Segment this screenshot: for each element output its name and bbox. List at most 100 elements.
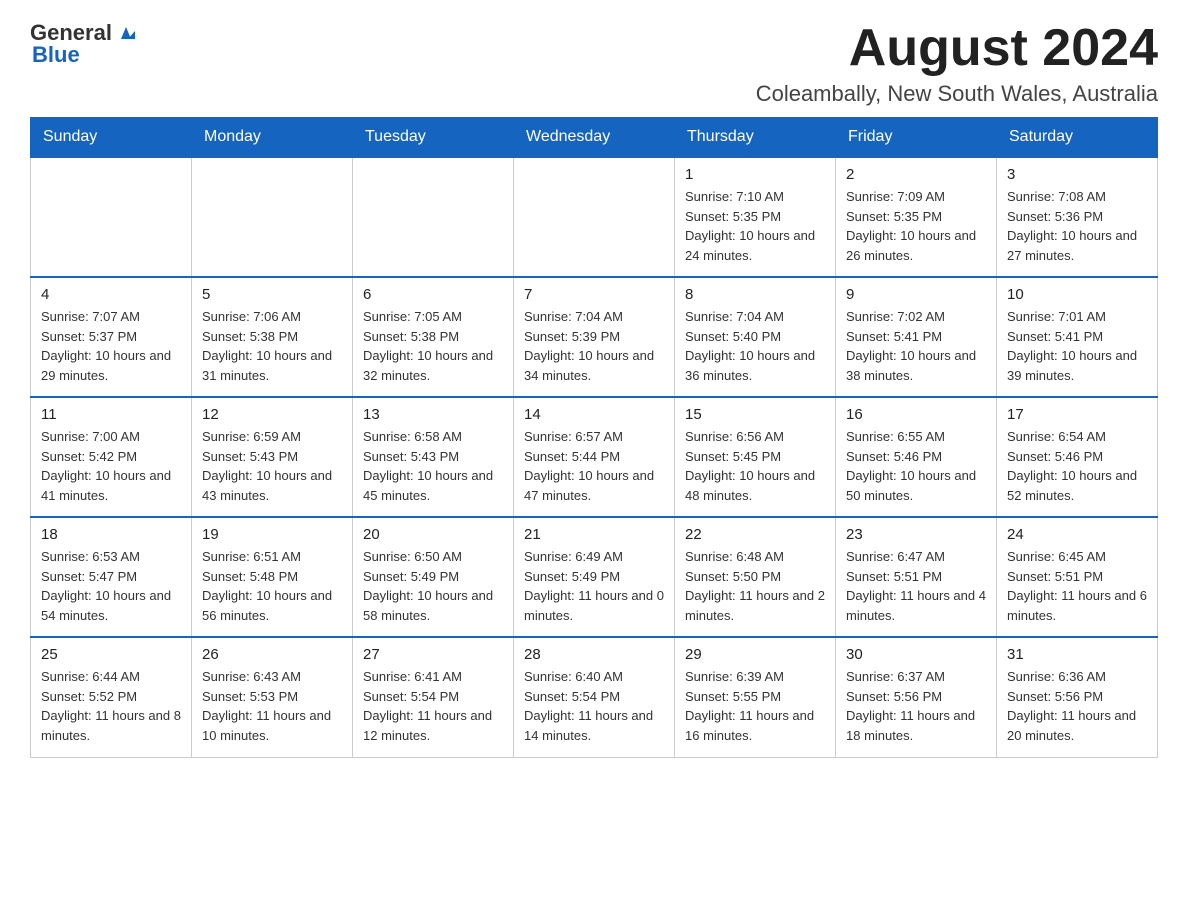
calendar-week-row: 1 Sunrise: 7:10 AMSunset: 5:35 PMDaylight… <box>31 157 1158 277</box>
day-info: Sunrise: 7:08 AMSunset: 5:36 PMDaylight:… <box>1007 187 1147 265</box>
calendar-cell: 25 Sunrise: 6:44 AMSunset: 5:52 PMDayligh… <box>31 637 192 757</box>
weekday-header-monday: Monday <box>192 118 353 158</box>
day-info: Sunrise: 7:09 AMSunset: 5:35 PMDaylight:… <box>846 187 986 265</box>
day-info: Sunrise: 6:47 AMSunset: 5:51 PMDaylight:… <box>846 547 986 625</box>
calendar-cell: 29 Sunrise: 6:39 AMSunset: 5:55 PMDayligh… <box>675 637 836 757</box>
calendar-cell: 21Sunrise: 6:49 AMSunset: 5:49 PMDayligh… <box>514 517 675 637</box>
weekday-header-tuesday: Tuesday <box>353 118 514 158</box>
day-info: Sunrise: 7:10 AMSunset: 5:35 PMDaylight:… <box>685 187 825 265</box>
weekday-header-saturday: Saturday <box>997 118 1158 158</box>
calendar-cell: 22Sunrise: 6:48 AMSunset: 5:50 PMDayligh… <box>675 517 836 637</box>
day-info: Sunrise: 7:01 AMSunset: 5:41 PMDaylight:… <box>1007 307 1147 385</box>
calendar-table: SundayMondayTuesdayWednesdayThursdayFrid… <box>30 117 1158 758</box>
calendar-cell: 15Sunrise: 6:56 AMSunset: 5:45 PMDayligh… <box>675 397 836 517</box>
calendar-cell: 12Sunrise: 6:59 AMSunset: 5:43 PMDayligh… <box>192 397 353 517</box>
day-number: 14 <box>524 406 664 423</box>
calendar-week-row: 4Sunrise: 7:07 AMSunset: 5:37 PMDaylight… <box>31 277 1158 397</box>
day-info: Sunrise: 7:04 AMSunset: 5:39 PMDaylight:… <box>524 307 664 385</box>
day-info: Sunrise: 6:53 AMSunset: 5:47 PMDaylight:… <box>41 547 181 625</box>
day-number: 18 <box>41 526 181 543</box>
day-number: 9 <box>846 286 986 303</box>
day-info: Sunrise: 6:59 AMSunset: 5:43 PMDaylight:… <box>202 427 342 505</box>
calendar-cell: 6 Sunrise: 7:05 AMSunset: 5:38 PMDaylight… <box>353 277 514 397</box>
calendar-cell <box>353 157 514 277</box>
day-info: Sunrise: 6:44 AMSunset: 5:52 PMDaylight:… <box>41 667 181 745</box>
day-number: 16 <box>846 406 986 423</box>
logo-blue-text: Blue <box>32 42 80 68</box>
day-info: Sunrise: 6:36 AMSunset: 5:56 PMDaylight:… <box>1007 667 1147 745</box>
calendar-cell: 18 Sunrise: 6:53 AMSunset: 5:47 PMDayligh… <box>31 517 192 637</box>
day-number: 30 <box>846 646 986 663</box>
calendar-cell: 20 Sunrise: 6:50 AMSunset: 5:49 PMDayligh… <box>353 517 514 637</box>
day-info: Sunrise: 6:55 AMSunset: 5:46 PMDaylight:… <box>846 427 986 505</box>
calendar-cell <box>192 157 353 277</box>
calendar-cell: 8 Sunrise: 7:04 AMSunset: 5:40 PMDaylight… <box>675 277 836 397</box>
calendar-cell: 1 Sunrise: 7:10 AMSunset: 5:35 PMDaylight… <box>675 157 836 277</box>
day-info: Sunrise: 6:50 AMSunset: 5:49 PMDaylight:… <box>363 547 503 625</box>
weekday-header-wednesday: Wednesday <box>514 118 675 158</box>
weekday-header-friday: Friday <box>836 118 997 158</box>
day-info: Sunrise: 6:56 AMSunset: 5:45 PMDaylight:… <box>685 427 825 505</box>
day-number: 25 <box>41 646 181 663</box>
calendar-cell: 4Sunrise: 7:07 AMSunset: 5:37 PMDaylight… <box>31 277 192 397</box>
day-info: Sunrise: 6:45 AMSunset: 5:51 PMDaylight:… <box>1007 547 1147 625</box>
day-number: 2 <box>846 166 986 183</box>
day-number: 13 <box>363 406 503 423</box>
day-info: Sunrise: 6:39 AMSunset: 5:55 PMDaylight:… <box>685 667 825 745</box>
calendar-cell: 7 Sunrise: 7:04 AMSunset: 5:39 PMDaylight… <box>514 277 675 397</box>
day-number: 17 <box>1007 406 1147 423</box>
calendar-week-row: 25 Sunrise: 6:44 AMSunset: 5:52 PMDayligh… <box>31 637 1158 757</box>
logo-triangle-icon <box>115 21 137 43</box>
calendar-cell <box>514 157 675 277</box>
calendar-cell: 10Sunrise: 7:01 AMSunset: 5:41 PMDayligh… <box>997 277 1158 397</box>
calendar-cell: 16 Sunrise: 6:55 AMSunset: 5:46 PMDayligh… <box>836 397 997 517</box>
calendar-cell: 17Sunrise: 6:54 AMSunset: 5:46 PMDayligh… <box>997 397 1158 517</box>
day-number: 27 <box>363 646 503 663</box>
day-number: 29 <box>685 646 825 663</box>
page-header: General Blue August 2024 Coleambally, Ne… <box>30 20 1158 107</box>
day-number: 21 <box>524 526 664 543</box>
calendar-header-row: SundayMondayTuesdayWednesdayThursdayFrid… <box>31 118 1158 158</box>
day-info: Sunrise: 6:51 AMSunset: 5:48 PMDaylight:… <box>202 547 342 625</box>
day-number: 26 <box>202 646 342 663</box>
calendar-cell: 5 Sunrise: 7:06 AMSunset: 5:38 PMDaylight… <box>192 277 353 397</box>
day-info: Sunrise: 6:43 AMSunset: 5:53 PMDaylight:… <box>202 667 342 745</box>
day-number: 6 <box>363 286 503 303</box>
calendar-cell: 9Sunrise: 7:02 AMSunset: 5:41 PMDaylight… <box>836 277 997 397</box>
calendar-cell: 31 Sunrise: 6:36 AMSunset: 5:56 PMDayligh… <box>997 637 1158 757</box>
calendar-cell: 13Sunrise: 6:58 AMSunset: 5:43 PMDayligh… <box>353 397 514 517</box>
calendar-cell: 24 Sunrise: 6:45 AMSunset: 5:51 PMDayligh… <box>997 517 1158 637</box>
day-number: 28 <box>524 646 664 663</box>
day-info: Sunrise: 6:57 AMSunset: 5:44 PMDaylight:… <box>524 427 664 505</box>
day-number: 5 <box>202 286 342 303</box>
day-info: Sunrise: 7:05 AMSunset: 5:38 PMDaylight:… <box>363 307 503 385</box>
day-info: Sunrise: 6:40 AMSunset: 5:54 PMDaylight:… <box>524 667 664 745</box>
day-info: Sunrise: 7:00 AMSunset: 5:42 PMDaylight:… <box>41 427 181 505</box>
day-info: Sunrise: 7:04 AMSunset: 5:40 PMDaylight:… <box>685 307 825 385</box>
calendar-cell: 19Sunrise: 6:51 AMSunset: 5:48 PMDayligh… <box>192 517 353 637</box>
calendar-cell: 26 Sunrise: 6:43 AMSunset: 5:53 PMDayligh… <box>192 637 353 757</box>
calendar-cell: 30 Sunrise: 6:37 AMSunset: 5:56 PMDayligh… <box>836 637 997 757</box>
day-info: Sunrise: 7:06 AMSunset: 5:38 PMDaylight:… <box>202 307 342 385</box>
calendar-cell: 28 Sunrise: 6:40 AMSunset: 5:54 PMDayligh… <box>514 637 675 757</box>
day-number: 23 <box>846 526 986 543</box>
calendar-week-row: 18 Sunrise: 6:53 AMSunset: 5:47 PMDayligh… <box>31 517 1158 637</box>
day-number: 1 <box>685 166 825 183</box>
day-info: Sunrise: 6:48 AMSunset: 5:50 PMDaylight:… <box>685 547 825 625</box>
calendar-cell: 23 Sunrise: 6:47 AMSunset: 5:51 PMDayligh… <box>836 517 997 637</box>
day-number: 4 <box>41 286 181 303</box>
calendar-cell: 14 Sunrise: 6:57 AMSunset: 5:44 PMDayligh… <box>514 397 675 517</box>
calendar-cell: 3 Sunrise: 7:08 AMSunset: 5:36 PMDaylight… <box>997 157 1158 277</box>
weekday-header-thursday: Thursday <box>675 118 836 158</box>
day-number: 7 <box>524 286 664 303</box>
day-number: 31 <box>1007 646 1147 663</box>
calendar-cell <box>31 157 192 277</box>
day-number: 3 <box>1007 166 1147 183</box>
day-number: 20 <box>363 526 503 543</box>
calendar-cell: 11Sunrise: 7:00 AMSunset: 5:42 PMDayligh… <box>31 397 192 517</box>
month-title: August 2024 <box>756 20 1158 77</box>
title-section: August 2024 Coleambally, New South Wales… <box>756 20 1158 107</box>
day-info: Sunrise: 6:37 AMSunset: 5:56 PMDaylight:… <box>846 667 986 745</box>
day-number: 8 <box>685 286 825 303</box>
day-number: 24 <box>1007 526 1147 543</box>
